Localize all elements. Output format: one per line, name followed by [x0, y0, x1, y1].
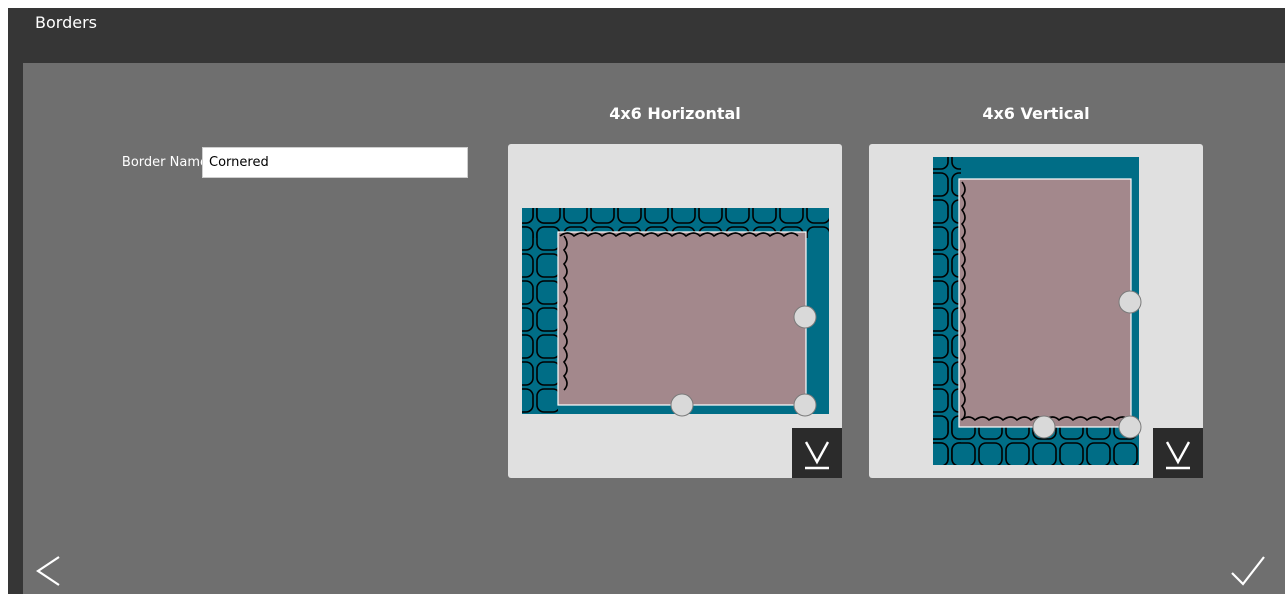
download-icon	[804, 441, 830, 470]
card-title-vertical: 4x6 Vertical	[982, 104, 1090, 123]
border-name-label: Border Name	[121, 155, 208, 170]
chevron-left-icon	[36, 556, 60, 586]
border-preview-horizontal[interactable]	[508, 144, 842, 478]
back-button[interactable]	[33, 553, 63, 589]
border-name-input[interactable]	[202, 147, 468, 178]
border-preview-vertical[interactable]	[869, 144, 1203, 478]
checkmark-icon	[1231, 556, 1265, 586]
confirm-button[interactable]	[1228, 553, 1268, 589]
content-panel: Border Name 4x6 Horizontal 4x6 Vertical	[23, 63, 1285, 594]
borders-window: Borders Border Name 4x6 Horizontal 4x6 V…	[8, 8, 1285, 594]
window-title: Borders	[35, 13, 97, 32]
card-title-horizontal: 4x6 Horizontal	[609, 104, 741, 123]
download-icon	[1165, 441, 1191, 470]
download-horizontal-button[interactable]	[792, 428, 842, 478]
download-vertical-button[interactable]	[1153, 428, 1203, 478]
